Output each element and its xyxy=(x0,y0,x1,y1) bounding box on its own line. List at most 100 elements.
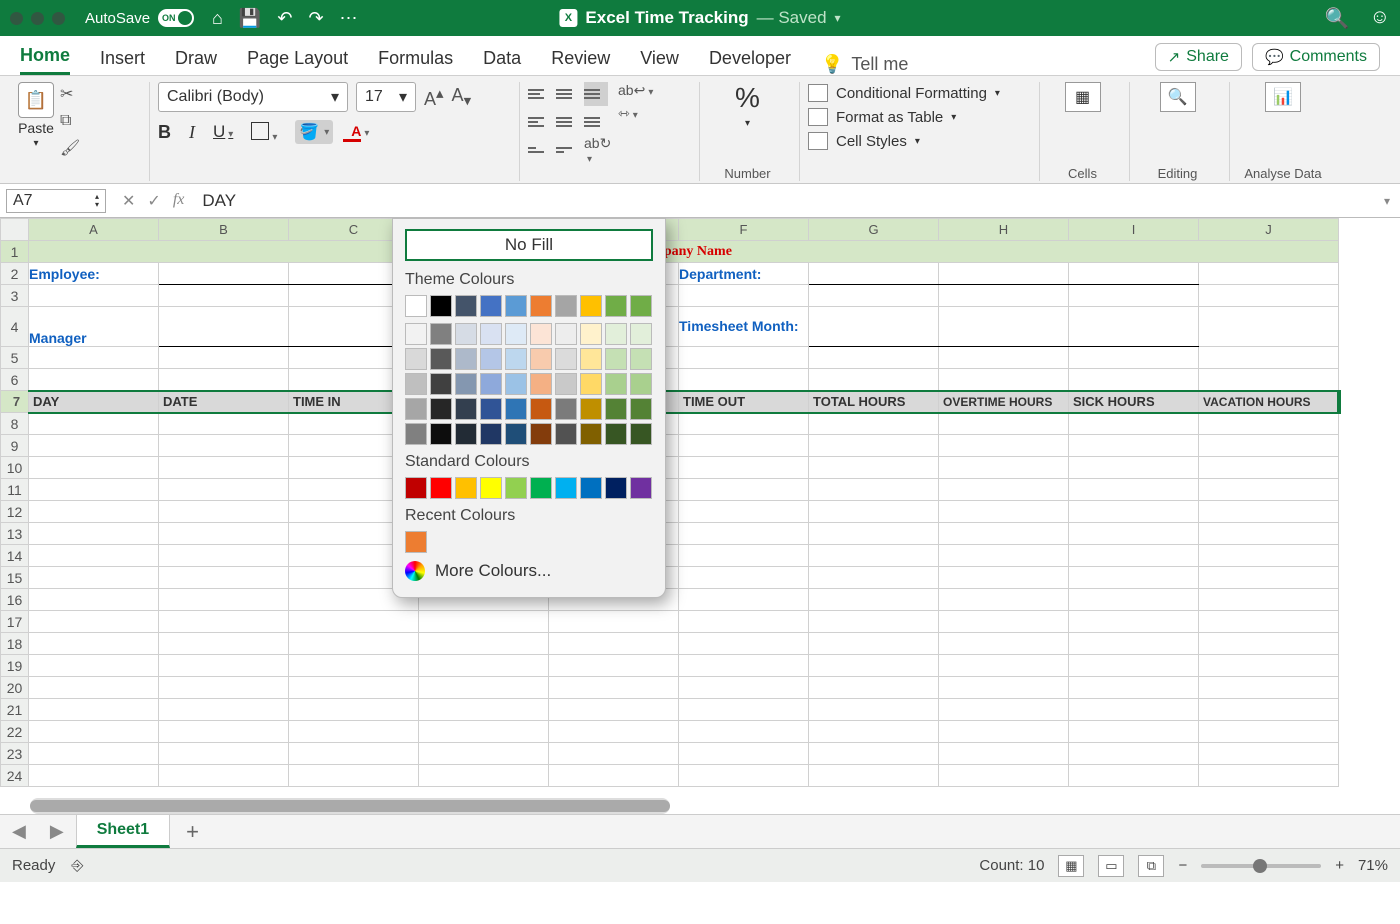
theme-colour-shades[interactable] xyxy=(405,323,653,445)
col-header[interactable]: G xyxy=(809,219,939,241)
colour-swatch[interactable] xyxy=(480,398,502,420)
colour-swatch[interactable] xyxy=(430,398,452,420)
select-all-corner[interactable] xyxy=(1,219,29,241)
colour-swatch[interactable] xyxy=(530,373,552,395)
accessibility-icon[interactable]: ⎆ xyxy=(71,857,83,874)
add-sheet-button[interactable]: + xyxy=(170,819,215,845)
colour-swatch[interactable] xyxy=(505,373,527,395)
colour-swatch[interactable] xyxy=(530,295,552,317)
tab-developer[interactable]: Developer xyxy=(709,48,791,75)
colour-swatch[interactable] xyxy=(505,295,527,317)
colour-swatch[interactable] xyxy=(505,477,527,499)
colour-swatch[interactable] xyxy=(405,477,427,499)
worksheet-area[interactable]: A B C D E F G H I J 1 Company Name 2 Emp… xyxy=(0,218,1400,814)
font-name-select[interactable]: Calibri (Body)▾ xyxy=(158,82,348,112)
colour-swatch[interactable] xyxy=(630,348,652,370)
colour-swatch[interactable] xyxy=(605,348,627,370)
colour-swatch[interactable] xyxy=(530,398,552,420)
colour-swatch[interactable] xyxy=(505,398,527,420)
theme-colour-row[interactable] xyxy=(405,295,653,317)
alignment-grid[interactable]: ab↻ xyxy=(528,82,608,162)
col-header[interactable]: J xyxy=(1199,219,1339,241)
colour-swatch[interactable] xyxy=(405,531,427,553)
accept-formula-icon[interactable]: ✓ xyxy=(147,191,160,211)
autosave-toggle[interactable] xyxy=(158,9,194,27)
percent-icon[interactable]: % xyxy=(735,82,760,114)
colour-swatch[interactable] xyxy=(555,373,577,395)
page-layout-view-button[interactable]: ▭ xyxy=(1098,855,1124,877)
colour-swatch[interactable] xyxy=(455,477,477,499)
colour-swatch[interactable] xyxy=(605,477,627,499)
colour-swatch[interactable] xyxy=(530,477,552,499)
name-box[interactable]: A7 ▴▾ xyxy=(6,189,106,213)
colour-swatch[interactable] xyxy=(405,295,427,317)
header-total-hours[interactable]: TOTAL HOURS xyxy=(809,391,939,413)
colour-swatch[interactable] xyxy=(505,323,527,345)
manager-label[interactable]: Manager xyxy=(29,307,159,347)
colour-swatch[interactable] xyxy=(605,295,627,317)
underline-button[interactable]: U xyxy=(213,122,233,142)
colour-swatch[interactable] xyxy=(555,295,577,317)
colour-swatch[interactable] xyxy=(580,323,602,345)
undo-icon[interactable]: ↶ xyxy=(277,8,292,29)
company-name-cell[interactable]: Company Name xyxy=(29,241,1339,263)
editing-group-label[interactable]: Editing xyxy=(1138,164,1217,181)
colour-swatch[interactable] xyxy=(405,423,427,445)
paste-icon[interactable]: 📋 xyxy=(18,82,54,118)
colour-swatch[interactable] xyxy=(630,295,652,317)
formula-input[interactable]: DAY xyxy=(194,187,1374,215)
spreadsheet-grid[interactable]: A B C D E F G H I J 1 Company Name 2 Emp… xyxy=(0,218,1341,787)
colour-swatch[interactable] xyxy=(605,323,627,345)
colour-swatch[interactable] xyxy=(530,348,552,370)
colour-swatch[interactable] xyxy=(605,398,627,420)
colour-swatch[interactable] xyxy=(605,423,627,445)
colour-swatch[interactable] xyxy=(480,373,502,395)
header-sick-hours[interactable]: SICK HOURS xyxy=(1069,391,1199,413)
font-size-select[interactable]: 17▾ xyxy=(356,82,416,112)
saved-indicator[interactable]: — Saved xyxy=(757,8,827,28)
analyse-data-label[interactable]: Analyse Data xyxy=(1238,164,1328,181)
save-icon[interactable]: 💾 xyxy=(239,8,261,29)
more-colours-button[interactable]: More Colours... xyxy=(405,553,653,583)
redo-icon[interactable]: ↷ xyxy=(308,8,323,29)
format-painter-icon[interactable]: 🖌 xyxy=(60,138,80,158)
colour-swatch[interactable] xyxy=(555,348,577,370)
page-break-view-button[interactable]: ⧉ xyxy=(1138,855,1164,877)
header-date[interactable]: DATE xyxy=(159,391,289,413)
normal-view-button[interactable]: ▦ xyxy=(1058,855,1084,877)
fx-label[interactable]: fx xyxy=(173,191,185,211)
colour-swatch[interactable] xyxy=(530,423,552,445)
smile-icon[interactable]: ☺ xyxy=(1370,6,1390,31)
share-button[interactable]: ↗Share xyxy=(1155,43,1242,71)
col-header[interactable]: F xyxy=(679,219,809,241)
colour-swatch[interactable] xyxy=(530,323,552,345)
colour-swatch[interactable] xyxy=(405,323,427,345)
chevron-down-icon[interactable]: ▾ xyxy=(835,11,841,25)
fill-color-button[interactable]: 🪣 xyxy=(295,120,333,144)
cancel-formula-icon[interactable]: ✕ xyxy=(122,191,135,211)
editing-icon[interactable]: 🔍 xyxy=(1160,82,1196,112)
colour-swatch[interactable] xyxy=(455,295,477,317)
decrease-font-icon[interactable]: A▾ xyxy=(452,85,472,110)
italic-button[interactable]: I xyxy=(189,122,195,143)
colour-swatch[interactable] xyxy=(455,398,477,420)
colour-swatch[interactable] xyxy=(630,477,652,499)
header-day[interactable]: DAY xyxy=(29,391,159,413)
colour-swatch[interactable] xyxy=(405,348,427,370)
colour-swatch[interactable] xyxy=(630,373,652,395)
sheet-tab[interactable]: Sheet1 xyxy=(76,815,170,848)
colour-swatch[interactable] xyxy=(430,373,452,395)
colour-swatch[interactable] xyxy=(580,398,602,420)
colour-swatch[interactable] xyxy=(455,423,477,445)
colour-swatch[interactable] xyxy=(455,323,477,345)
col-header[interactable]: B xyxy=(159,219,289,241)
tab-page-layout[interactable]: Page Layout xyxy=(247,48,348,75)
tab-insert[interactable]: Insert xyxy=(100,48,145,75)
tab-review[interactable]: Review xyxy=(551,48,610,75)
zoom-level[interactable]: 71% xyxy=(1358,857,1388,874)
no-fill-option[interactable]: No Fill xyxy=(405,229,653,261)
zoom-out-button[interactable]: − xyxy=(1178,857,1187,874)
cell-styles-button[interactable]: Cell Styles▾ xyxy=(808,132,1027,150)
department-label[interactable]: Department: xyxy=(679,263,809,285)
colour-swatch[interactable] xyxy=(480,348,502,370)
